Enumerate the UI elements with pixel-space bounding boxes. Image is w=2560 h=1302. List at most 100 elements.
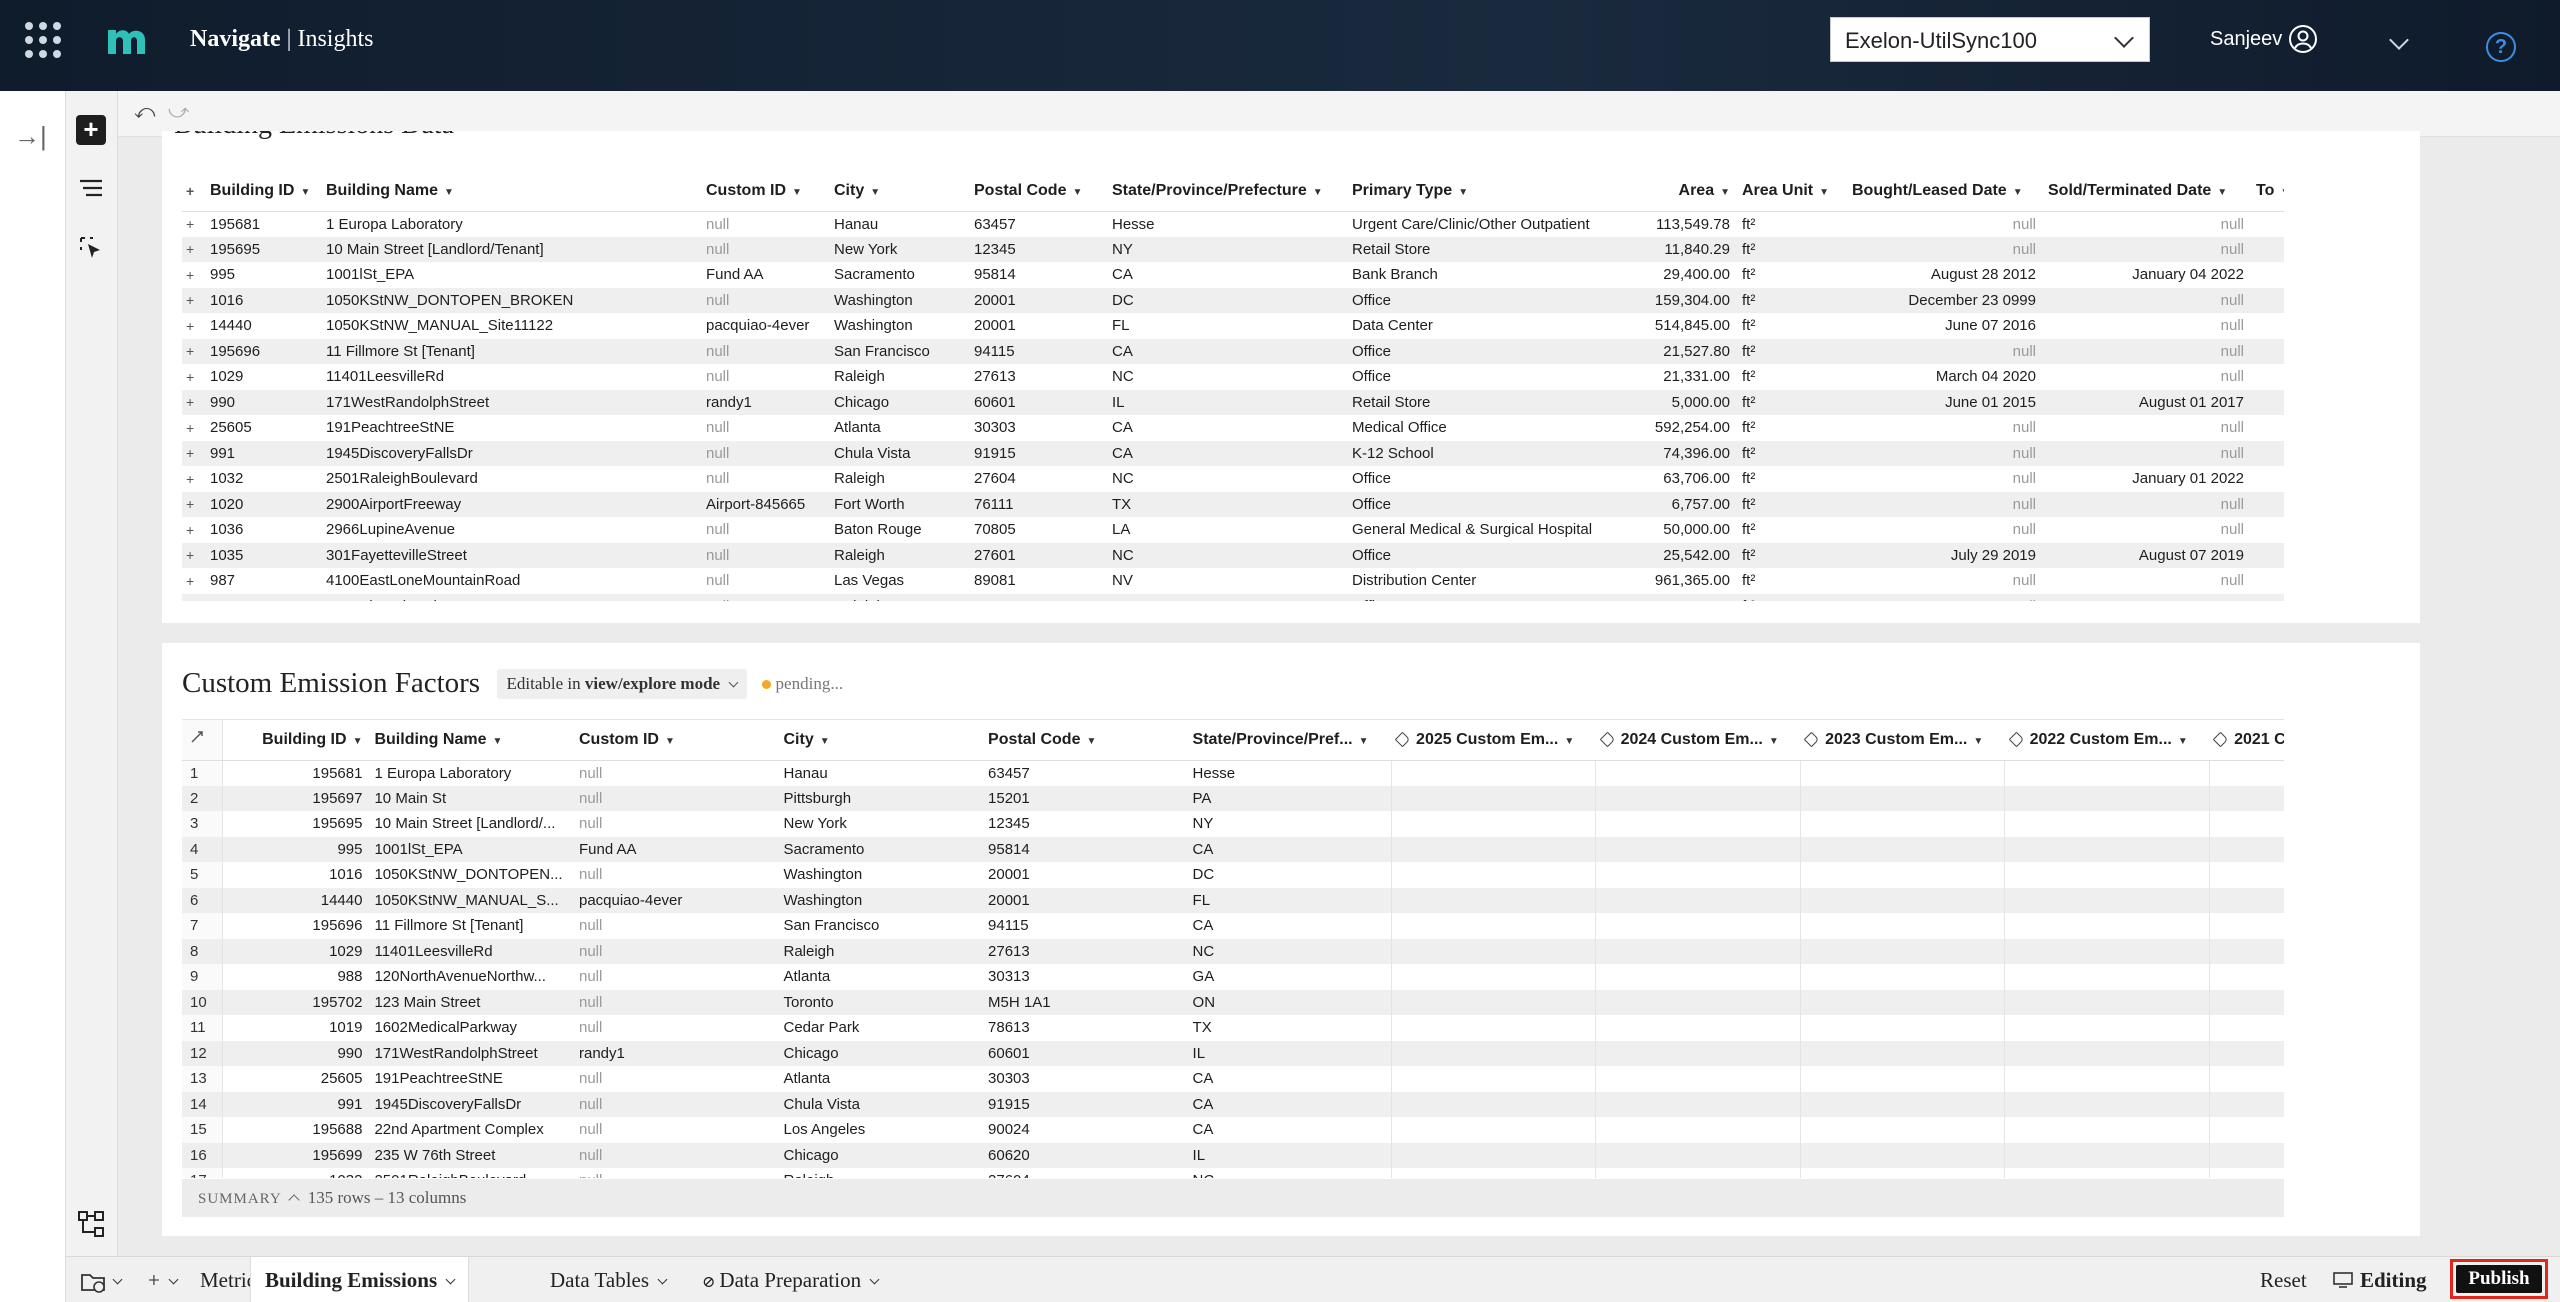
editable-cell[interactable] [2004,1117,2210,1143]
table-row[interactable]: 5 1016 1050KStNW_DONTOPEN... null Washington… [182,862,2284,888]
column-menu-icon[interactable]: ▼ [1359,736,1369,747]
apps-grid-icon[interactable] [25,22,61,58]
building-emissions-table[interactable]: + Building ID ▼ Building Name ▼ Custom ID ▼ Cit… [182,171,2284,601]
editable-cell[interactable] [2004,913,2210,939]
expand-row-icon[interactable]: + [182,364,204,390]
editable-cell[interactable] [1799,1168,2006,1178]
table-row[interactable]: 16 195699 235 W 76th Street null Chicago 6062… [182,1142,2284,1168]
expand-row-icon[interactable]: + [182,568,204,594]
expand-row-icon[interactable]: + [182,313,204,339]
select-cursor-icon[interactable] [76,233,106,263]
column-header[interactable]: Primary Type ▼ [1346,171,1618,212]
column-menu-icon[interactable]: ▼ [665,736,675,747]
column-menu-icon[interactable]: ▼ [820,736,830,747]
expand-row-icon[interactable]: + [182,491,204,517]
editable-cell[interactable] [1799,989,2006,1015]
editable-cell[interactable] [2004,938,2210,964]
table-row[interactable]: 10 195702 123 Main Street null Toronto M5H 1A… [182,989,2284,1015]
column-header[interactable]: Postal Code ▼ [968,171,1106,212]
table-row[interactable]: 2 195697 10 Main St null Pittsburgh 15201 PA [182,785,2284,811]
editable-cell[interactable] [1390,989,1597,1015]
chevron-down-icon[interactable] [869,1274,880,1285]
editable-cell[interactable] [2208,887,2284,913]
column-header[interactable]: City ▼ [777,720,983,761]
user-menu-chevron-icon[interactable] [2389,30,2409,50]
editable-cell[interactable] [1595,760,1801,786]
add-page-button[interactable]: + [134,1257,191,1302]
table-row[interactable]: +990 171WestRandolphStreet randy1 Chicago 60… [182,389,2284,415]
editable-cell[interactable] [1799,1091,2006,1117]
expand-row-icon[interactable]: + [182,593,204,601]
table-row[interactable]: +1035 301FayettevilleStreet null Raleigh 276… [182,542,2284,568]
column-header[interactable]: Building Name ▼ [368,720,573,761]
editable-cell[interactable] [1390,913,1597,939]
editable-cell[interactable] [1799,760,2006,786]
editable-cell[interactable] [2208,785,2284,811]
editable-cell[interactable] [2208,862,2284,888]
table-row[interactable]: 1710322501RaleighBoulevardnullRaleigh276… [182,1168,2284,1178]
chevron-down-icon[interactable] [445,1274,456,1285]
page-tab[interactable]: Building Emissions [250,1257,470,1302]
column-menu-icon[interactable]: ▼ [1769,736,1779,747]
expand-row-icon[interactable]: + [182,236,204,262]
editable-cell[interactable] [2004,1142,2210,1168]
table-row[interactable]: +1020 2900AirportFreeway Airport-845665 For… [182,491,2284,517]
editable-cell[interactable] [1595,1117,1801,1143]
editable-cell[interactable] [1390,938,1597,964]
editable-cell[interactable] [2208,989,2284,1015]
column-menu-icon[interactable]: ▼ [492,736,502,747]
page-tab[interactable]: Data Tables [536,1257,680,1302]
editable-cell[interactable] [2208,938,2284,964]
expand-panel-icon[interactable]: →| [14,121,47,152]
summary-bar[interactable]: SUMMARY 135 rows – 13 columns [182,1179,2284,1217]
column-header[interactable]: Custom ID ▼ [572,720,778,761]
table-row[interactable]: +195695 10 Main Street [Landlord/Tenant] n… [182,236,2284,262]
editable-cell[interactable] [1390,887,1597,913]
column-menu-icon[interactable]: ▼ [2280,187,2284,198]
column-header[interactable]: Custom ID ▼ [700,171,828,212]
editable-cell[interactable] [2208,913,2284,939]
editable-cell[interactable] [1799,811,2006,837]
table-row[interactable]: 1 195681 1 Europa Laboratory null Hanau 63457… [182,760,2284,786]
column-header[interactable]: Postal Code ▼ [982,720,1187,761]
column-header[interactable]: State/Province/Prefecture ▼ [1106,171,1346,212]
editable-cell[interactable] [1390,1117,1597,1143]
editable-cell[interactable] [1390,862,1597,888]
table-row[interactable]: +1016 1050KStNW_DONTOPEN_BROKEN null Washin… [182,287,2284,313]
editable-cell[interactable] [1595,887,1801,913]
editable-cell[interactable] [1595,989,1801,1015]
editable-cell[interactable] [2004,811,2210,837]
editable-cell[interactable] [1595,811,1801,837]
table-row[interactable]: +14440 1050KStNW_MANUAL_Site11122 pacquiao… [182,313,2284,339]
table-row[interactable]: 15 195688 22nd Apartment Complex null Los An… [182,1117,2284,1143]
workbook-menu[interactable] [74,1257,127,1302]
column-menu-icon[interactable]: ▼ [1458,187,1468,198]
editable-cell[interactable] [1799,1066,2006,1092]
editable-cell[interactable] [2004,862,2210,888]
editable-cell[interactable] [1390,1040,1597,1066]
column-header[interactable]: City ▼ [828,171,968,212]
editable-cell[interactable] [1390,1142,1597,1168]
table-row[interactable]: 3 195695 10 Main Street [Landlord/... null N… [182,811,2284,837]
editable-cell[interactable] [1595,836,1801,862]
editable-cell[interactable] [1595,1091,1801,1117]
expand-row-icon[interactable]: + [182,211,204,237]
column-menu-icon[interactable]: ▼ [1072,187,1082,198]
column-menu-icon[interactable]: ▼ [2013,187,2023,198]
column-menu-icon[interactable]: ▼ [444,187,454,198]
column-header[interactable]: Area ▼ [1618,171,1736,212]
editable-cell[interactable] [1595,1066,1801,1092]
expand-row-icon[interactable]: + [182,517,204,543]
column-menu-icon[interactable]: ▼ [1819,187,1829,198]
table-row[interactable]: 4 995 1001lSt_EPA Fund AA Sacramento 95814 CA [182,836,2284,862]
column-menu-icon[interactable]: ▼ [1086,736,1096,747]
column-header[interactable]: State/Province/Pref... ▼ [1186,720,1392,761]
editable-cell[interactable] [1595,913,1801,939]
table-row[interactable]: 8 1029 11401LeesvilleRd null Raleigh 27613 NC [182,938,2284,964]
column-header[interactable]: Bought/Leased Date ▼ [1846,171,2042,212]
table-row[interactable]: 12 990 171WestRandolphStreet randy1 Chicago 6… [182,1040,2284,1066]
table-row[interactable]: +25605 191PeachtreeStNE null Atlanta 30303 CA… [182,415,2284,441]
editable-cell[interactable] [2004,1040,2210,1066]
outline-list-icon[interactable] [76,173,106,203]
editable-cell[interactable] [2004,1015,2210,1041]
